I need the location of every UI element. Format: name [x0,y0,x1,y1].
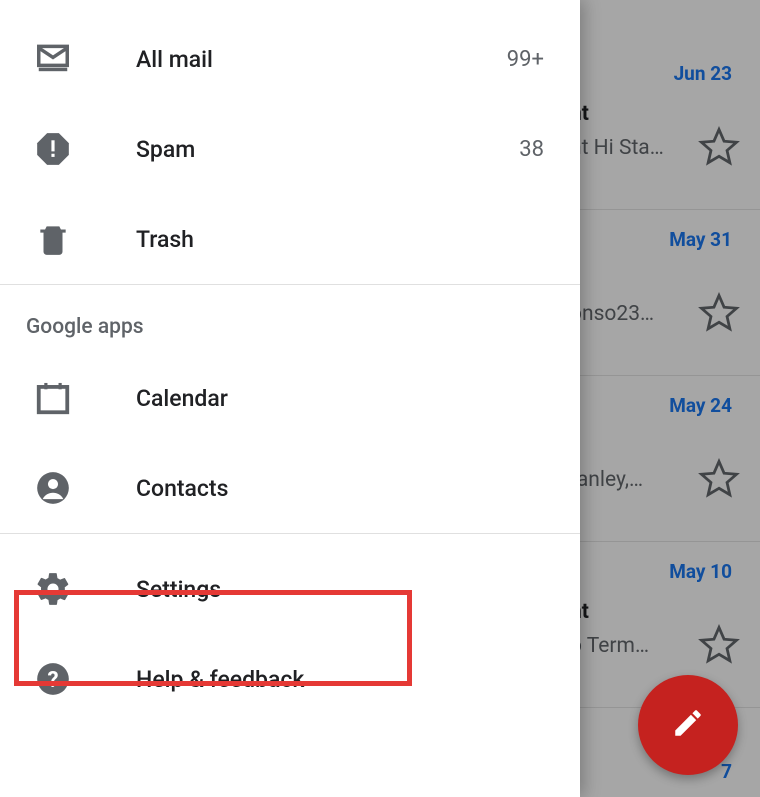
nav-contacts[interactable]: Contacts [0,443,580,533]
gear-icon [34,570,72,608]
nav-help[interactable]: ? Help & feedback [0,634,580,724]
nav-label: Help & feedback [136,666,554,693]
svg-text:?: ? [47,667,58,693]
nav-label: Settings [136,576,554,603]
help-icon: ? [34,660,72,698]
nav-spam[interactable]: Spam 38 [0,104,580,194]
nav-label: Spam [136,136,519,163]
nav-label: All mail [136,46,507,73]
spam-icon [34,130,72,168]
nav-all-mail[interactable]: All mail 99+ [0,14,580,104]
compose-fab[interactable] [638,675,738,775]
contacts-icon [34,469,72,507]
calendar-icon [34,379,72,417]
nav-calendar[interactable]: Calendar [0,353,580,443]
all-mail-icon [34,40,72,78]
nav-label: Calendar [136,385,554,412]
nav-label: Contacts [136,475,554,502]
nav-count: 38 [519,137,544,162]
nav-count: 99+ [507,47,544,72]
nav-settings[interactable]: Settings [0,544,580,634]
pencil-icon [671,706,705,744]
navigation-drawer: All mail 99+ Spam 38 Trash Google apps C… [0,0,580,797]
section-header-google-apps: Google apps [0,285,580,353]
trash-icon [34,220,72,258]
nav-label: Trash [136,226,554,253]
nav-trash[interactable]: Trash [0,194,580,284]
